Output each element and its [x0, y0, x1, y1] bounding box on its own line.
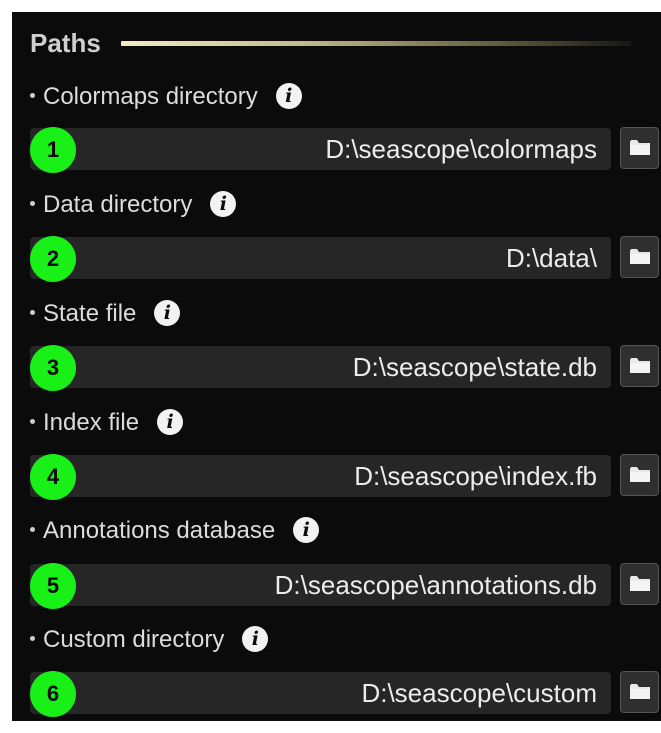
annotations-path-input[interactable]: D:\seascope\annotations.db [30, 564, 611, 606]
field-label-text: Data directory [43, 191, 193, 218]
browse-button[interactable] [620, 236, 659, 278]
section-title: Paths [30, 28, 101, 58]
bullet-icon [30, 419, 35, 425]
field-label-index: Index file i [30, 407, 184, 439]
field-label-state: State file i [30, 298, 181, 330]
field-label-text: Colormaps directory [43, 83, 258, 110]
browse-button[interactable] [620, 563, 659, 605]
browse-button[interactable] [620, 454, 659, 496]
row-number-badge: 1 [30, 127, 76, 173]
browse-button[interactable] [620, 127, 659, 169]
path-row-custom: D:\seascope\custom 6 [30, 671, 660, 717]
row-number-badge: 6 [30, 671, 76, 717]
path-row-data: D:\data\ 2 [30, 236, 660, 282]
bullet-icon [30, 93, 35, 99]
path-row-state: D:\seascope\state.db 3 [30, 345, 660, 391]
field-label-text: Custom directory [43, 626, 225, 653]
header-divider [121, 41, 631, 46]
colormaps-path-input[interactable]: D:\seascope\colormaps [30, 128, 611, 170]
info-icon[interactable]: i [154, 299, 181, 326]
folder-icon [630, 249, 650, 264]
folder-icon [630, 684, 650, 699]
folder-icon [630, 140, 650, 155]
bullet-icon [30, 310, 35, 316]
bullet-icon [30, 201, 35, 207]
index-path-input[interactable]: D:\seascope\index.fb [30, 455, 611, 497]
section-header: Paths [30, 26, 631, 60]
path-row-colormaps: D:\seascope\colormaps 1 [30, 127, 660, 173]
info-icon[interactable]: i [293, 516, 320, 543]
field-label-colormaps: Colormaps directory i [30, 81, 302, 113]
field-label-text: Index file [43, 409, 140, 436]
field-label-annotations: Annotations database i [30, 515, 320, 547]
path-row-index: D:\seascope\index.fb 4 [30, 454, 660, 500]
bullet-icon [30, 636, 35, 642]
folder-icon [630, 576, 650, 591]
path-row-annotations: D:\seascope\annotations.db 5 [30, 563, 660, 609]
info-icon[interactable]: i [242, 625, 269, 652]
field-label-text: Annotations database [43, 517, 276, 544]
field-label-data: Data directory i [30, 189, 237, 221]
data-path-input[interactable]: D:\data\ [30, 237, 611, 279]
custom-path-input[interactable]: D:\seascope\custom [30, 672, 611, 714]
row-number-badge: 4 [30, 454, 76, 500]
state-path-input[interactable]: D:\seascope\state.db [30, 346, 611, 388]
field-label-text: State file [43, 300, 137, 327]
info-icon[interactable]: i [157, 408, 184, 435]
field-label-custom: Custom directory i [30, 624, 269, 656]
info-icon[interactable]: i [275, 82, 302, 109]
paths-settings-panel: Paths Colormaps directory i D:\seascope\c… [12, 12, 661, 721]
row-number-badge: 3 [30, 345, 76, 391]
info-icon[interactable]: i [210, 190, 237, 217]
row-number-badge: 5 [30, 563, 76, 609]
folder-icon [630, 467, 650, 482]
folder-icon [630, 358, 650, 373]
bullet-icon [30, 527, 35, 533]
browse-button[interactable] [620, 671, 659, 713]
browse-button[interactable] [620, 345, 659, 387]
row-number-badge: 2 [30, 236, 76, 282]
